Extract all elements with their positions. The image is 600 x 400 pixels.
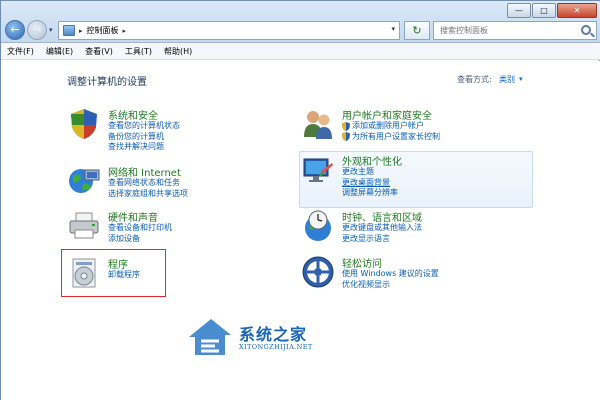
search-box[interactable]: [433, 21, 597, 40]
category-title[interactable]: 轻松访问: [342, 255, 382, 270]
category-title[interactable]: 网络和 Internet: [108, 164, 181, 179]
link-recommended-settings[interactable]: 使用 Windows 建议的设置: [342, 269, 439, 280]
link-text[interactable]: 添加或删除用户帐户: [352, 121, 424, 132]
control-panel-window: — □ ✕ ← → ▾ ▸ 控制面板 ▸ ▾ ↻ 文件(F) 编辑(E) 查看(…: [0, 0, 600, 400]
site-watermark: 系统之家 XITONGZHIJIA.NET: [185, 315, 345, 361]
house-logo-icon: [189, 319, 231, 355]
link-view-computer-status[interactable]: 查看您的计算机状态: [108, 121, 180, 132]
link-parental-controls[interactable]: 为所有用户设置家长控制: [342, 132, 440, 143]
link-change-desktop-background[interactable]: 更改桌面背景: [342, 178, 398, 189]
globe-network-icon: [69, 169, 100, 193]
window-chrome: — □ ✕ ← → ▾ ▸ 控制面板 ▸ ▾ ↻: [1, 1, 600, 43]
address-bar[interactable]: ▸ 控制面板 ▸ ▾: [58, 21, 400, 40]
menu-edit[interactable]: 编辑(E): [46, 46, 73, 57]
monitor-paint-icon: [303, 158, 333, 182]
link-devices-printers[interactable]: 查看设备和打印机: [108, 223, 172, 234]
window-controls: — □ ✕: [507, 3, 597, 18]
menu-file[interactable]: 文件(F): [7, 46, 34, 57]
link-screen-resolution[interactable]: 调整屏幕分辨率: [342, 188, 398, 199]
view-by-select[interactable]: 类别: [499, 74, 515, 85]
link-network-status[interactable]: 查看网络状态和任务: [108, 178, 188, 189]
watermark-text: 系统之家: [239, 325, 308, 344]
address-dropdown-icon[interactable]: ▾: [391, 25, 395, 33]
link-backup-computer[interactable]: 备份您的计算机: [108, 132, 180, 143]
breadcrumb-control-panel[interactable]: 控制面板: [87, 25, 119, 36]
printer-icon: [69, 212, 99, 239]
search-icon[interactable]: [581, 25, 591, 35]
control-panel-icon: [63, 25, 75, 36]
link-add-device[interactable]: 添加设备: [108, 234, 172, 245]
refresh-button[interactable]: ↻: [404, 21, 430, 40]
forward-button[interactable]: →: [27, 20, 47, 40]
link-change-keyboard-input[interactable]: 更改键盘或其他输入法: [342, 223, 422, 234]
uac-shield-icon: [342, 132, 350, 142]
clock-globe-icon: [305, 210, 331, 241]
maximize-button[interactable]: □: [532, 3, 556, 18]
link-troubleshoot[interactable]: 查找并解决问题: [108, 142, 180, 153]
link-change-theme[interactable]: 更改主题: [342, 167, 398, 178]
link-optimize-visual-display[interactable]: 优化视频显示: [342, 280, 439, 291]
search-input[interactable]: [440, 26, 578, 35]
category-title[interactable]: 外观和个性化: [342, 153, 402, 168]
category-title[interactable]: 硬件和声音: [108, 209, 158, 224]
menu-help[interactable]: 帮助(H): [164, 46, 192, 57]
minimize-button[interactable]: —: [507, 3, 531, 18]
link-add-remove-accounts[interactable]: 添加或删除用户帐户: [342, 121, 440, 132]
breadcrumb-separator-icon[interactable]: ▸: [79, 27, 83, 35]
programs-highlight-frame: [61, 249, 166, 297]
watermark-url: XITONGZHIJIA.NET: [239, 343, 313, 351]
category-title[interactable]: 用户帐户和家庭安全: [342, 107, 432, 122]
accessibility-icon: [302, 256, 334, 288]
link-change-display-language[interactable]: 更改显示语言: [342, 234, 422, 245]
view-by-label: 查看方式:: [457, 75, 492, 84]
menu-view[interactable]: 查看(V): [85, 46, 113, 57]
breadcrumb-chevron-icon[interactable]: ▸: [123, 27, 127, 35]
uac-shield-icon: [342, 121, 350, 131]
back-button[interactable]: ←: [5, 20, 25, 40]
category-title[interactable]: 时钟、语言和区域: [342, 209, 422, 224]
users-icon: [304, 111, 332, 139]
link-text[interactable]: 为所有用户设置家长控制: [352, 132, 440, 143]
view-by-dropdown-icon[interactable]: ▾: [519, 75, 523, 83]
page-title: 调整计算机的设置: [67, 77, 147, 88]
recent-pages-dropdown-icon[interactable]: ▾: [49, 26, 53, 34]
close-button[interactable]: ✕: [557, 3, 597, 18]
category-title[interactable]: 系统和安全: [108, 107, 158, 122]
menu-bar: 文件(F) 编辑(E) 查看(V) 工具(T) 帮助(H): [1, 43, 600, 60]
menu-tools[interactable]: 工具(T): [125, 46, 152, 57]
shield-icon: [71, 109, 97, 139]
link-homegroup-sharing[interactable]: 选择家庭组和共享选项: [108, 189, 188, 200]
